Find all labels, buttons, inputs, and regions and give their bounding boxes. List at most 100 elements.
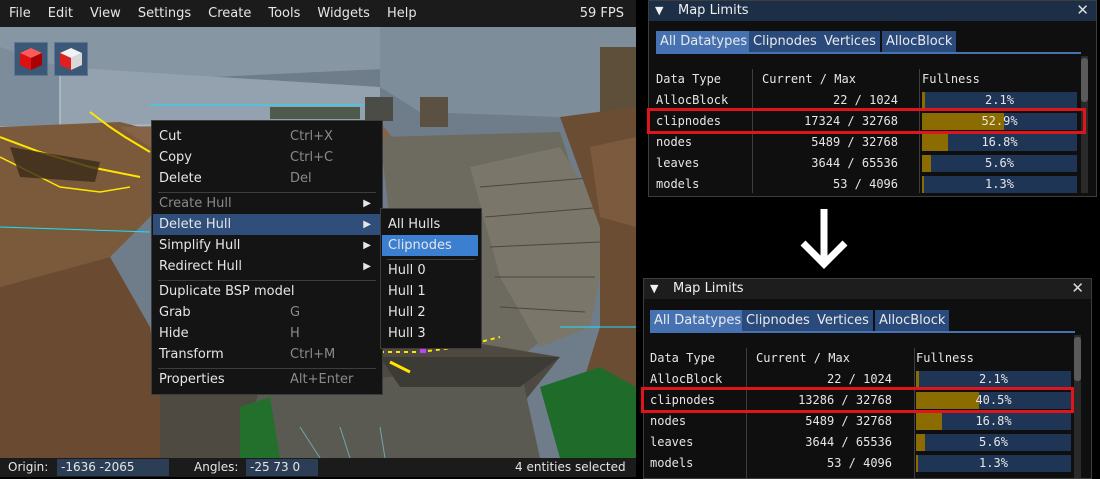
menu-view[interactable]: View: [81, 0, 129, 27]
scrollbar-thumb[interactable]: [1081, 58, 1088, 102]
menu-label: Copy: [159, 150, 192, 165]
menu-bar: File Edit View Settings Create Tools Wid…: [0, 0, 636, 27]
submenu-hull-1[interactable]: Hull 1: [382, 281, 480, 302]
menu-label: Create Hull: [159, 196, 232, 211]
panel-title-bar[interactable]: ▼ Map Limits ✕: [644, 279, 1091, 299]
tab-all-datatypes[interactable]: All Datatypes: [650, 310, 746, 331]
menu-label: Grab: [159, 305, 191, 320]
submenu-all-hulls[interactable]: All Hulls: [382, 214, 480, 235]
shortcut-label: H: [290, 326, 300, 341]
scrollbar[interactable]: [1074, 335, 1081, 478]
submenu-arrow-icon: ▶: [363, 198, 371, 209]
menu-label: Clipnodes: [388, 238, 452, 253]
table-row-nodes: nodes 5489 / 32768 16.8%: [650, 411, 1071, 432]
menu-label: Redirect Hull: [159, 259, 242, 274]
tab-all-datatypes[interactable]: All Datatypes: [656, 31, 752, 52]
shortcut-label: Del: [290, 171, 312, 186]
menu-label: Hull 3: [388, 326, 426, 341]
fullness-percent: 2.1%: [985, 93, 1014, 107]
clipnodes-highlight-before: [647, 108, 1086, 134]
fullness-percent: 1.3%: [985, 177, 1014, 191]
table-header: Data Type Current / Max Fullness: [656, 69, 1076, 90]
menu-cut[interactable]: Cut Ctrl+X: [153, 126, 381, 147]
menu-label: Delete: [159, 171, 202, 186]
tab-allocblock[interactable]: AllocBlock: [875, 310, 950, 331]
submenu-clipnodes[interactable]: Clipnodes: [382, 235, 478, 256]
cell-current-max: 53 / 4096: [832, 177, 898, 191]
fullness-percent: 1.3%: [979, 456, 1008, 470]
header-data-type: Data Type: [650, 351, 716, 365]
solid-cube-icon: [20, 48, 42, 70]
menu-label: Properties: [159, 372, 225, 387]
menu-delete[interactable]: Delete Del: [153, 168, 381, 189]
fullness-percent: 16.8%: [981, 135, 1018, 149]
menu-label: All Hulls: [388, 217, 441, 232]
menu-label: Hide: [159, 326, 189, 341]
wireframe-mode-button[interactable]: [54, 42, 88, 76]
submenu-arrow-icon: ▶: [363, 240, 371, 251]
menu-create-hull[interactable]: Create Hull ▶: [153, 193, 381, 214]
menu-hide[interactable]: Hide H: [153, 323, 381, 344]
menu-label: Simplify Hull: [159, 238, 241, 253]
tab-underline: [656, 52, 1081, 54]
tab-clipnodes[interactable]: Clipnodes: [742, 310, 814, 331]
cell-current-max: 5489 / 32768: [811, 135, 898, 149]
menu-transform[interactable]: Transform Ctrl+M: [153, 344, 381, 365]
collapse-triangle-icon[interactable]: ▼: [650, 279, 658, 299]
table-row-leaves: leaves 3644 / 65536 5.6%: [650, 432, 1071, 453]
fullness-percent: 2.1%: [979, 372, 1008, 386]
origin-value: -1636 -2065 2276: [57, 459, 169, 476]
fullness-bar: 5.6%: [916, 434, 1071, 451]
cell-data-type: models: [650, 456, 694, 470]
table-row-leaves: leaves 3644 / 65536 5.6%: [656, 153, 1077, 174]
collapse-triangle-icon[interactable]: ▼: [655, 1, 663, 21]
submenu-arrow-icon: ▶: [363, 261, 371, 272]
header-current-max: Current / Max: [762, 72, 856, 86]
menu-delete-hull[interactable]: Delete Hull ▶: [153, 214, 381, 235]
submenu-arrow-icon: ▶: [363, 219, 371, 230]
panel-title-bar[interactable]: ▼ Map Limits ✕: [649, 1, 1096, 21]
clipnodes-highlight-after: [641, 387, 1074, 413]
menu-copy[interactable]: Copy Ctrl+C: [153, 147, 381, 168]
menu-widgets[interactable]: Widgets: [308, 0, 378, 27]
menu-simplify-hull[interactable]: Simplify Hull ▶: [153, 235, 381, 256]
map-editor-window: File Edit View Settings Create Tools Wid…: [0, 0, 636, 477]
tab-vertices[interactable]: Vertices: [820, 31, 880, 52]
header-fullness: Fullness: [922, 72, 980, 86]
menu-grab[interactable]: Grab G: [153, 302, 381, 323]
fullness-bar: 16.8%: [922, 134, 1077, 151]
table-row-models: models 53 / 4096 1.3%: [650, 453, 1071, 474]
menu-settings[interactable]: Settings: [129, 0, 199, 27]
fullness-bar: 1.3%: [916, 455, 1071, 472]
shortcut-label: Alt+Enter: [290, 372, 354, 387]
scrollbar-thumb[interactable]: [1074, 337, 1081, 381]
menu-duplicate-bsp-model[interactable]: Duplicate BSP model: [153, 281, 381, 302]
menu-label: Transform: [159, 347, 224, 362]
table-row-nodes: nodes 5489 / 32768 16.8%: [656, 132, 1077, 153]
fullness-bar: 1.3%: [922, 176, 1077, 193]
menu-redirect-hull[interactable]: Redirect Hull ▶: [153, 256, 381, 277]
close-icon[interactable]: ✕: [1076, 1, 1089, 20]
tab-vertices[interactable]: Vertices: [813, 310, 873, 331]
tab-allocblock[interactable]: AllocBlock: [882, 31, 957, 52]
submenu-hull-3[interactable]: Hull 3: [382, 323, 480, 344]
fullness-percent: 5.6%: [985, 156, 1014, 170]
tab-clipnodes[interactable]: Clipnodes: [749, 31, 821, 52]
solid-mode-button[interactable]: [14, 42, 48, 76]
menu-properties[interactable]: Properties Alt+Enter: [153, 369, 381, 390]
menu-file[interactable]: File: [0, 0, 39, 27]
header-fullness: Fullness: [916, 351, 974, 365]
submenu-hull-0[interactable]: Hull 0: [382, 260, 480, 281]
shortcut-label: Ctrl+X: [290, 129, 333, 144]
menu-create[interactable]: Create: [199, 0, 259, 27]
menu-help[interactable]: Help: [378, 0, 425, 27]
fullness-bar: 16.8%: [916, 413, 1071, 430]
menu-tools[interactable]: Tools: [259, 0, 308, 27]
angles-label: Angles:: [194, 460, 239, 474]
table-row-models: models 53 / 4096 1.3%: [656, 174, 1077, 195]
menu-edit[interactable]: Edit: [39, 0, 81, 27]
submenu-hull-2[interactable]: Hull 2: [382, 302, 480, 323]
close-icon[interactable]: ✕: [1071, 279, 1084, 298]
angles-value: -25 73 0: [246, 459, 318, 476]
shortcut-label: G: [290, 305, 301, 320]
